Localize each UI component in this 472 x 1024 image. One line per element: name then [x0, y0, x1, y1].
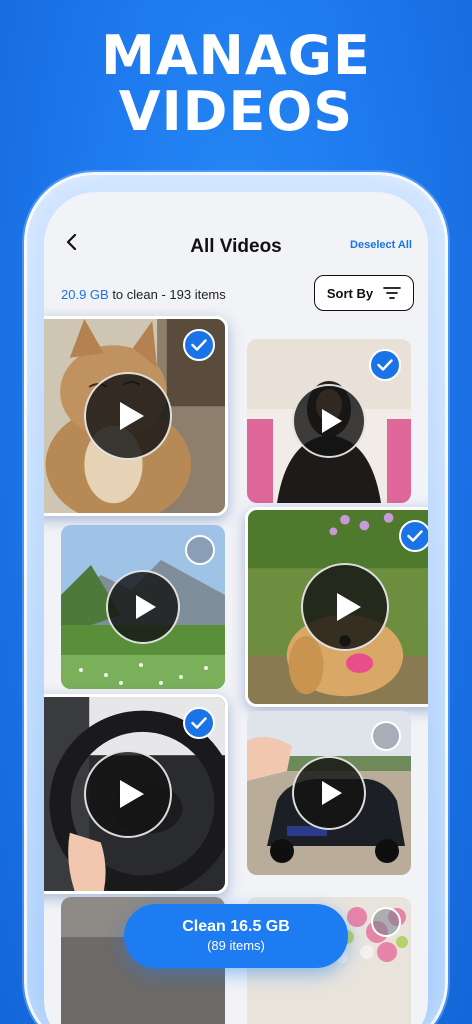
video-tile-dog[interactable] — [245, 507, 428, 707]
deselect-all-button[interactable]: Deselect All — [350, 239, 412, 251]
promo-line-2: VIDEOS — [118, 80, 354, 143]
selected-check-icon[interactable] — [399, 520, 428, 552]
play-icon[interactable] — [84, 750, 172, 838]
unselected-circle-icon[interactable] — [371, 721, 401, 751]
video-tile-steering-wheel[interactable] — [44, 694, 228, 894]
unselected-circle-icon[interactable] — [371, 907, 401, 937]
summary-detail: to clean - 193 items — [108, 287, 226, 302]
promo-line-1: MANAGE — [101, 24, 371, 87]
filter-lines-icon — [383, 287, 402, 299]
video-tile-mountain[interactable] — [61, 525, 225, 689]
selected-check-icon[interactable] — [369, 349, 401, 381]
play-icon[interactable] — [84, 372, 172, 460]
clean-button-label: Clean 16.5 GB — [182, 918, 290, 935]
storage-summary: 20.9 GB to clean - 193 items — [61, 287, 226, 302]
clean-button-count: (89 items) — [207, 938, 265, 953]
unselected-circle-icon[interactable] — [185, 535, 215, 565]
selected-check-icon[interactable] — [183, 329, 215, 361]
play-icon[interactable] — [300, 563, 389, 651]
app-screen: All Videos Deselect All 20.9 GB to clean… — [44, 192, 428, 1024]
video-tile-car[interactable] — [247, 711, 411, 875]
promo-headline: MANAGE VIDEOS — [0, 28, 472, 140]
clean-button[interactable]: Clean 16.5 GB (89 items) — [124, 904, 348, 968]
sort-by-label: Sort By — [326, 285, 374, 301]
play-icon[interactable] — [106, 570, 180, 644]
summary-size: 20.9 GB — [61, 287, 109, 302]
video-tile-cat[interactable] — [44, 316, 228, 516]
play-icon[interactable] — [292, 756, 366, 830]
video-tile-woman[interactable] — [247, 339, 411, 503]
play-icon[interactable] — [292, 384, 366, 458]
sort-by-button[interactable]: Sort By — [314, 275, 414, 311]
selected-check-icon[interactable] — [183, 707, 215, 739]
